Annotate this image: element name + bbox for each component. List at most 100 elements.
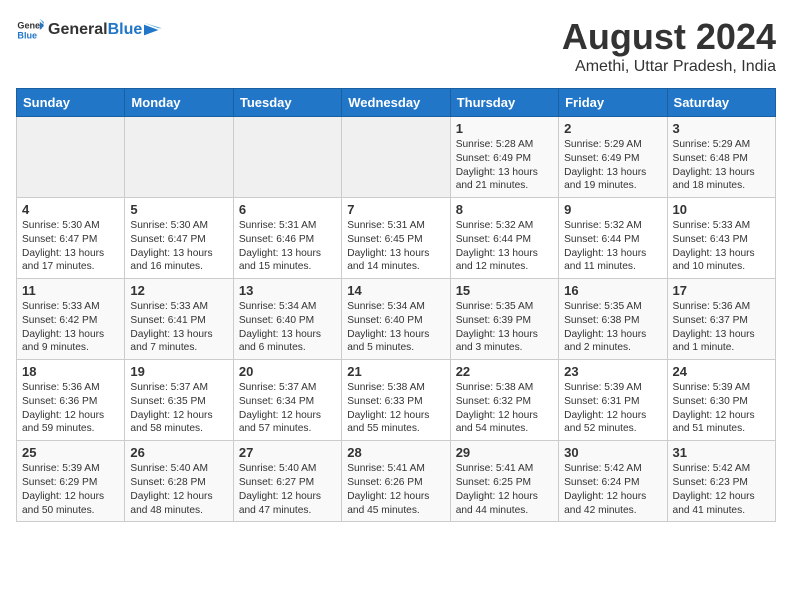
day-number: 12 [130, 283, 227, 298]
day-number: 18 [22, 364, 119, 379]
day-header-sunday: Sunday [17, 89, 125, 117]
svg-text:Blue: Blue [17, 30, 37, 40]
day-number: 20 [239, 364, 336, 379]
calendar-cell: 26Sunrise: 5:40 AM Sunset: 6:28 PM Dayli… [125, 441, 233, 522]
logo-icon: General Blue [16, 16, 44, 44]
day-number: 17 [673, 283, 770, 298]
day-content: Sunrise: 5:37 AM Sunset: 6:35 PM Dayligh… [130, 381, 227, 436]
calendar-cell: 6 Sunrise: 5:31 AM Sunset: 6:46 PM Daylig… [233, 198, 341, 279]
calendar-cell: 19 Sunrise: 5:37 AM Sunset: 6:35 PM Dayli… [125, 360, 233, 441]
day-content: Sunrise: 5:35 AM Sunset: 6:38 PM Dayligh… [564, 300, 661, 355]
day-content: Sunrise: 5:32 AM Sunset: 6:44 PM Dayligh… [564, 219, 661, 274]
day-content: Sunrise: 5:39 AM Sunset: 6:29 PM Dayligh… [22, 462, 119, 517]
title-block: August 2024 Amethi, Uttar Pradesh, India [562, 16, 776, 76]
calendar-cell: 24 Sunrise: 5:39 AM Sunset: 6:30 PM Dayli… [667, 360, 775, 441]
day-content: Sunrise: 5:39 AM Sunset: 6:30 PM Dayligh… [673, 381, 770, 436]
day-number: 4 [22, 202, 119, 217]
day-number: 28 [347, 445, 444, 460]
calendar-cell: 7 Sunrise: 5:31 AM Sunset: 6:45 PM Daylig… [342, 198, 450, 279]
day-number: 31 [673, 445, 770, 460]
day-content: Sunrise: 5:38 AM Sunset: 6:33 PM Dayligh… [347, 381, 444, 436]
calendar-cell: 18 Sunrise: 5:36 AM Sunset: 6:36 PM Dayli… [17, 360, 125, 441]
calendar-cell: 15Sunrise: 5:35 AM Sunset: 6:39 PM Dayli… [450, 279, 558, 360]
calendar-cell [233, 117, 341, 198]
day-content: Sunrise: 5:29 AM Sunset: 6:48 PM Dayligh… [673, 138, 770, 193]
calendar-cell: 8 Sunrise: 5:32 AM Sunset: 6:44 PM Daylig… [450, 198, 558, 279]
calendar-cell: 31 Sunrise: 5:42 AM Sunset: 6:23 PM Dayli… [667, 441, 775, 522]
day-content: Sunrise: 5:33 AM Sunset: 6:42 PM Dayligh… [22, 300, 119, 355]
day-number: 8 [456, 202, 553, 217]
week-row-4: 18 Sunrise: 5:36 AM Sunset: 6:36 PM Dayli… [17, 360, 776, 441]
day-content: Sunrise: 5:39 AM Sunset: 6:31 PM Dayligh… [564, 381, 661, 436]
week-row-3: 11 Sunrise: 5:33 AM Sunset: 6:42 PM Dayli… [17, 279, 776, 360]
day-content: Sunrise: 5:36 AM Sunset: 6:36 PM Dayligh… [22, 381, 119, 436]
day-content: Sunrise: 5:36 AM Sunset: 6:37 PM Dayligh… [673, 300, 770, 355]
day-content: Sunrise: 5:41 AM Sunset: 6:26 PM Dayligh… [347, 462, 444, 517]
calendar-cell: 1Sunrise: 5:28 AM Sunset: 6:49 PM Daylig… [450, 117, 558, 198]
day-number: 15 [456, 283, 553, 298]
calendar-cell: 17 Sunrise: 5:36 AM Sunset: 6:37 PM Dayli… [667, 279, 775, 360]
day-number: 25 [22, 445, 119, 460]
day-content: Sunrise: 5:30 AM Sunset: 6:47 PM Dayligh… [130, 219, 227, 274]
calendar-cell: 16 Sunrise: 5:35 AM Sunset: 6:38 PM Dayli… [559, 279, 667, 360]
day-number: 24 [673, 364, 770, 379]
week-row-5: 25 Sunrise: 5:39 AM Sunset: 6:29 PM Dayli… [17, 441, 776, 522]
calendar-cell: 11 Sunrise: 5:33 AM Sunset: 6:42 PM Dayli… [17, 279, 125, 360]
day-header-friday: Friday [559, 89, 667, 117]
day-content: Sunrise: 5:42 AM Sunset: 6:24 PM Dayligh… [564, 462, 661, 517]
day-number: 14 [347, 283, 444, 298]
calendar-cell: 28 Sunrise: 5:41 AM Sunset: 6:26 PM Dayli… [342, 441, 450, 522]
day-number: 9 [564, 202, 661, 217]
calendar-cell: 29Sunrise: 5:41 AM Sunset: 6:25 PM Dayli… [450, 441, 558, 522]
day-content: Sunrise: 5:31 AM Sunset: 6:46 PM Dayligh… [239, 219, 336, 274]
day-number: 7 [347, 202, 444, 217]
logo-general-text: General [48, 21, 108, 39]
page-header: General Blue General Blue August 2024 Am… [16, 16, 776, 76]
day-number: 10 [673, 202, 770, 217]
day-content: Sunrise: 5:34 AM Sunset: 6:40 PM Dayligh… [239, 300, 336, 355]
day-header-saturday: Saturday [667, 89, 775, 117]
calendar-cell: 12 Sunrise: 5:33 AM Sunset: 6:41 PM Dayli… [125, 279, 233, 360]
location-subtitle: Amethi, Uttar Pradesh, India [562, 58, 776, 76]
day-number: 22 [456, 364, 553, 379]
day-number: 16 [564, 283, 661, 298]
calendar-cell: 27Sunrise: 5:40 AM Sunset: 6:27 PM Dayli… [233, 441, 341, 522]
day-number: 29 [456, 445, 553, 460]
calendar-cell: 2Sunrise: 5:29 AM Sunset: 6:49 PM Daylig… [559, 117, 667, 198]
day-number: 21 [347, 364, 444, 379]
calendar-cell: 20 Sunrise: 5:37 AM Sunset: 6:34 PM Dayli… [233, 360, 341, 441]
day-number: 27 [239, 445, 336, 460]
day-number: 11 [22, 283, 119, 298]
day-number: 6 [239, 202, 336, 217]
calendar-cell: 21 Sunrise: 5:38 AM Sunset: 6:33 PM Dayli… [342, 360, 450, 441]
calendar-table: SundayMondayTuesdayWednesdayThursdayFrid… [16, 88, 776, 522]
day-number: 30 [564, 445, 661, 460]
day-header-thursday: Thursday [450, 89, 558, 117]
day-number: 3 [673, 121, 770, 136]
day-content: Sunrise: 5:42 AM Sunset: 6:23 PM Dayligh… [673, 462, 770, 517]
day-content: Sunrise: 5:29 AM Sunset: 6:49 PM Dayligh… [564, 138, 661, 193]
calendar-cell: 23Sunrise: 5:39 AM Sunset: 6:31 PM Dayli… [559, 360, 667, 441]
day-content: Sunrise: 5:31 AM Sunset: 6:45 PM Dayligh… [347, 219, 444, 274]
day-number: 19 [130, 364, 227, 379]
calendar-cell: 30 Sunrise: 5:42 AM Sunset: 6:24 PM Dayli… [559, 441, 667, 522]
calendar-cell: 14Sunrise: 5:34 AM Sunset: 6:40 PM Dayli… [342, 279, 450, 360]
day-header-tuesday: Tuesday [233, 89, 341, 117]
calendar-cell [342, 117, 450, 198]
logo: General Blue General Blue [16, 16, 162, 44]
calendar-cell: 4 Sunrise: 5:30 AM Sunset: 6:47 PM Daylig… [17, 198, 125, 279]
logo-arrow-icon [144, 21, 162, 39]
day-content: Sunrise: 5:30 AM Sunset: 6:47 PM Dayligh… [22, 219, 119, 274]
calendar-cell: 3 Sunrise: 5:29 AM Sunset: 6:48 PM Daylig… [667, 117, 775, 198]
day-header-monday: Monday [125, 89, 233, 117]
day-content: Sunrise: 5:32 AM Sunset: 6:44 PM Dayligh… [456, 219, 553, 274]
day-number: 5 [130, 202, 227, 217]
week-row-2: 4 Sunrise: 5:30 AM Sunset: 6:47 PM Daylig… [17, 198, 776, 279]
week-row-1: 1Sunrise: 5:28 AM Sunset: 6:49 PM Daylig… [17, 117, 776, 198]
day-content: Sunrise: 5:33 AM Sunset: 6:41 PM Dayligh… [130, 300, 227, 355]
calendar-cell [125, 117, 233, 198]
day-header-wednesday: Wednesday [342, 89, 450, 117]
day-content: Sunrise: 5:38 AM Sunset: 6:32 PM Dayligh… [456, 381, 553, 436]
day-content: Sunrise: 5:37 AM Sunset: 6:34 PM Dayligh… [239, 381, 336, 436]
calendar-cell: 13Sunrise: 5:34 AM Sunset: 6:40 PM Dayli… [233, 279, 341, 360]
